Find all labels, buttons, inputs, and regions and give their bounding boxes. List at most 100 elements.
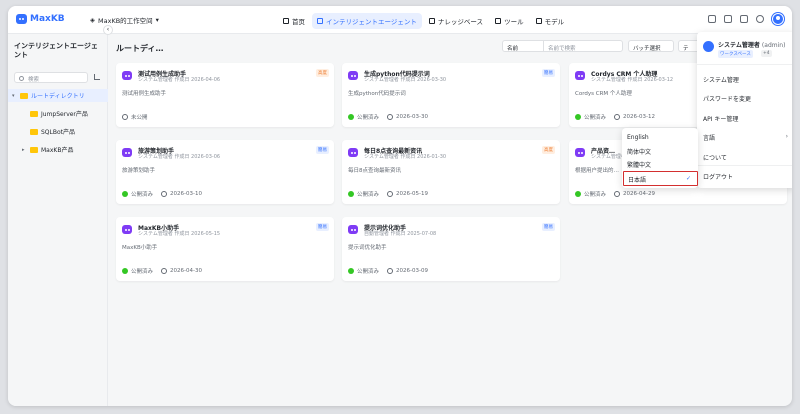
card-tag: 簡易 <box>542 69 555 77</box>
tree-item-label: MaxKB产品 <box>41 147 74 154</box>
user-role: (admin) <box>761 42 786 49</box>
lang-traditional-chinese[interactable]: 繁體中文 <box>627 160 651 169</box>
card-tag: 簡易 <box>542 223 555 231</box>
logo[interactable]: MaxKB <box>16 14 65 24</box>
agent-icon <box>575 148 585 157</box>
agent-icon <box>122 71 132 80</box>
agent-icon <box>122 225 132 234</box>
nav-home[interactable]: 首页 <box>278 13 310 29</box>
card-desc: 旅游策划助手 <box>122 168 156 174</box>
tree-item-label: JumpServer产品 <box>41 111 88 118</box>
card-meta: システム管理者 作成日 2026-03-06 <box>138 154 221 160</box>
name-search-input[interactable]: 名前で検索 <box>543 40 623 52</box>
clock-icon <box>387 114 394 120</box>
agent-icon <box>575 71 585 80</box>
agent-card[interactable]: 测试用例生成助手 システム管理者 作成日 2026-04-06 高度 测试用例生… <box>116 63 334 127</box>
menu-system-admin[interactable]: システム管理 <box>703 75 790 84</box>
card-meta: システム管理者 <box>591 154 626 160</box>
workspace-icon: ◈ <box>90 16 95 24</box>
user-name: システム管理者 (admin) <box>718 40 785 49</box>
menu-language[interactable]: 言語 <box>703 133 790 142</box>
card-meta: システム管理者 作成日 2026-03-12 <box>591 77 674 83</box>
agent-card[interactable]: 每日8点查询最新资讯 システム管理者 作成日 2026-01-30 高度 每日8… <box>342 140 560 204</box>
help-icon[interactable] <box>756 15 764 23</box>
published-icon <box>122 268 128 274</box>
card-meta: 自動管理者 作成日 2025-07-08 <box>364 231 437 237</box>
nav-knowledge[interactable]: ナレッジベース <box>424 13 488 29</box>
tree-item-label: ルートディレクトリ <box>31 93 85 100</box>
agent-card[interactable]: 生成python代码提示词 システム管理者 作成日 2026-03-30 簡易 … <box>342 63 560 127</box>
card-footer: 公開済み 2026-03-12 <box>575 113 655 121</box>
card-date: 2026-04-29 <box>623 191 655 197</box>
maxkb-logo-icon <box>16 14 27 24</box>
nav-tools[interactable]: ツール <box>490 13 529 29</box>
menu-about[interactable]: について <box>703 153 790 162</box>
main-nav: 首页 インテリジェントエージェント ナレッジベース ツール モデル <box>278 13 569 29</box>
search-icon <box>19 75 24 81</box>
logo-text: MaxKB <box>30 14 65 24</box>
chevron-right-icon: › <box>785 133 788 140</box>
nav-model[interactable]: モデル <box>531 13 570 29</box>
card-footer: 公開済み 2026-03-09 <box>348 267 428 275</box>
menu-logout[interactable]: ログアウト <box>703 172 790 181</box>
menu-change-password[interactable]: パスワードを変更 <box>703 94 790 103</box>
check-icon: ✓ <box>685 175 691 182</box>
lang-english[interactable]: English <box>627 134 649 141</box>
published-icon <box>348 191 354 197</box>
agent-icon <box>317 18 323 24</box>
workspace-badge: ワークスペース <box>718 50 753 58</box>
user-name-text: システム管理者 <box>718 42 760 49</box>
search-placeholder: 検索 <box>28 77 40 83</box>
card-desc: 根据用户提出的… <box>575 168 620 174</box>
lang-simplified-chinese[interactable]: 简体中文 <box>627 147 651 156</box>
menu-api-key[interactable]: API キー管理 <box>703 114 790 123</box>
nav-agent-label: インテリジェントエージェント <box>326 18 417 26</box>
puzzle-icon[interactable] <box>708 15 716 23</box>
clock-icon <box>614 114 621 120</box>
user-menu: システム管理者 (admin) ワークスペース +4 システム管理 パスワードを… <box>697 32 792 188</box>
card-meta: システム管理者 作成日 2026-04-06 <box>138 77 221 83</box>
workspace-selector[interactable]: ◈ MaxKB的工作空间 ▾ <box>90 15 159 25</box>
clock-icon <box>161 268 168 274</box>
batch-select-label: バッチ選択 <box>633 46 661 52</box>
github-icon[interactable] <box>724 15 732 23</box>
card-desc: 生成python代码提示词 <box>348 91 406 97</box>
tree-item-jumpserver[interactable]: JumpServer产品 <box>30 107 88 120</box>
collapse-sidebar-button[interactable]: ‹ <box>103 25 113 35</box>
card-desc: 提示词优化助手 <box>348 245 387 251</box>
tree-item-sqlbot[interactable]: SQLBot产品 <box>30 125 75 138</box>
nav-agent[interactable]: インテリジェントエージェント <box>312 13 422 29</box>
published-icon <box>348 268 354 274</box>
agent-icon <box>348 148 358 157</box>
sidebar-search-input[interactable]: 検索 <box>14 72 88 83</box>
toolbox-icon <box>495 18 502 24</box>
folder-icon <box>30 110 38 117</box>
filter-select[interactable]: 名前 <box>502 40 544 52</box>
top-bar: MaxKB ◈ MaxKB的工作空间 ▾ 首页 インテリジェントエージェント ナ… <box>8 6 792 34</box>
tree-item-maxkb[interactable]: ▸ MaxKB产品 <box>22 143 73 156</box>
card-desc: MaxKB小助手 <box>122 245 158 251</box>
published-icon <box>122 191 128 197</box>
card-footer: 未公開 <box>122 113 148 121</box>
more-button-label: テ <box>683 46 689 52</box>
lang-japanese[interactable]: 日本語 ✓ <box>623 171 698 186</box>
agent-card[interactable]: 提示词优化助手 自動管理者 作成日 2025-07-08 簡易 提示词优化助手 … <box>342 217 560 281</box>
card-meta: システム管理者 作成日 2026-01-30 <box>364 154 447 160</box>
card-desc: 测试用例生成助手 <box>122 91 167 97</box>
sort-icon[interactable] <box>94 74 100 80</box>
more-badge: +4 <box>761 50 772 57</box>
card-status: 未公開 <box>131 115 148 121</box>
agent-card[interactable]: 旅游策划助手 システム管理者 作成日 2026-03-06 簡易 旅游策划助手 … <box>116 140 334 204</box>
card-tag: 高度 <box>542 146 555 154</box>
card-date: 2026-03-12 <box>623 114 655 120</box>
nav-tools-label: ツール <box>504 18 524 26</box>
card-status: 公開済み <box>584 192 607 198</box>
card-footer: 公開済み 2026-05-19 <box>348 190 428 198</box>
batch-select-button[interactable]: バッチ選択 <box>628 40 674 52</box>
tree-item-root[interactable]: ▾ ルートディレクトリ <box>8 89 108 102</box>
agent-card[interactable]: MaxKB小助手 システム管理者 作成日 2026-05-15 簡易 MaxKB… <box>116 217 334 281</box>
home-icon <box>283 18 289 24</box>
user-avatar[interactable] <box>772 13 784 25</box>
document-icon[interactable] <box>740 15 748 23</box>
card-tag: 簡易 <box>316 146 329 154</box>
